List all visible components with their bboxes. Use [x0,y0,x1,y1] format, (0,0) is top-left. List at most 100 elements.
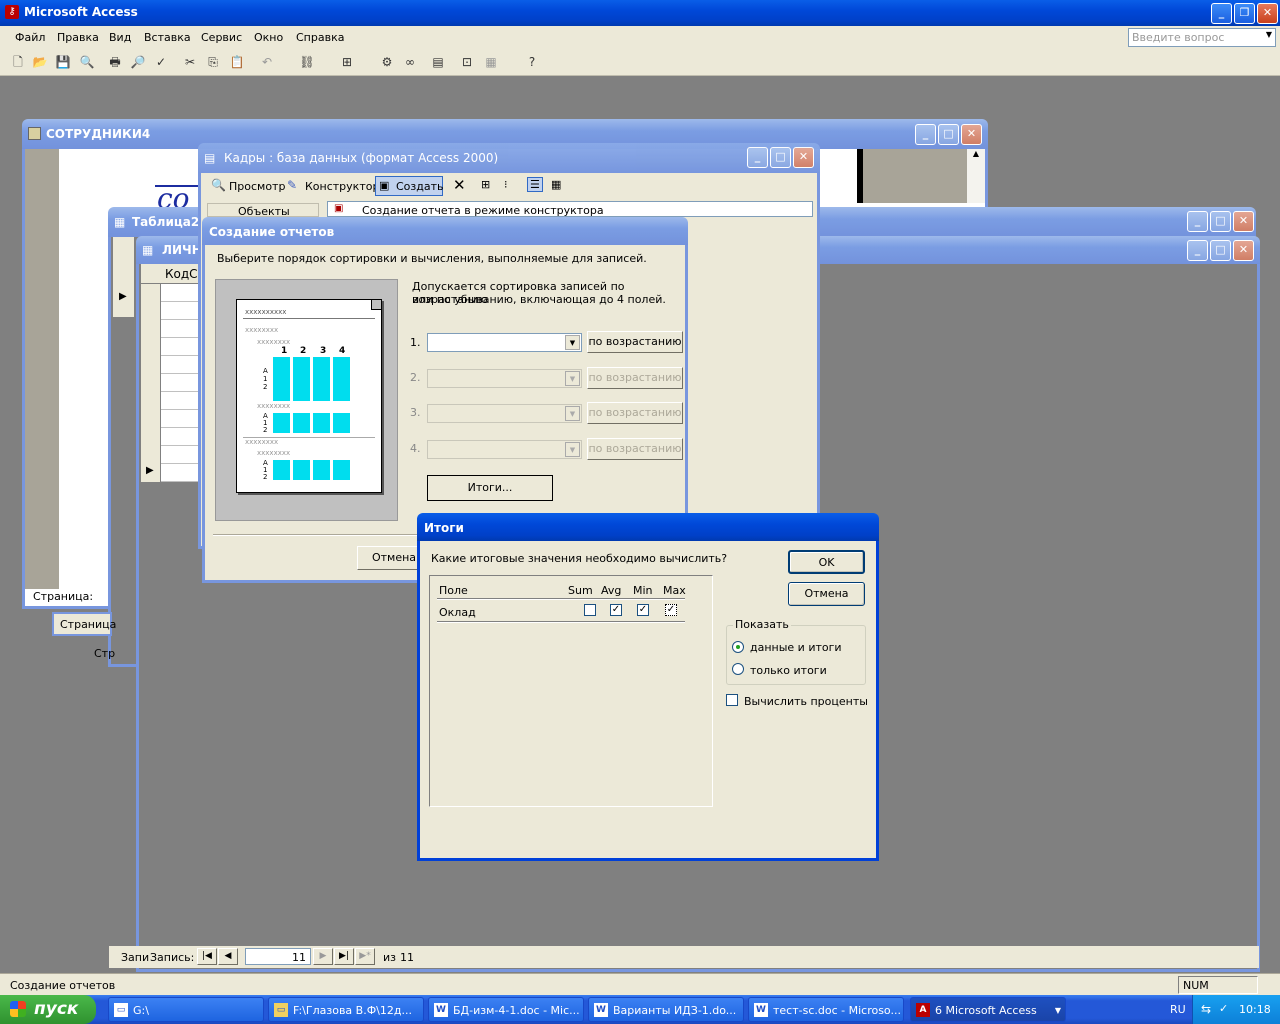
cut-icon[interactable]: ✂ [181,53,199,71]
sotrudniki-close-button[interactable]: ✕ [961,124,982,145]
menu-tools[interactable]: Сервис [201,31,242,44]
paste-icon[interactable]: 📋 [228,53,246,71]
save-icon[interactable]: 💾 [54,53,72,71]
list-icon[interactable]: ☰ [527,177,543,192]
datasheet-header: КодСо [141,264,205,284]
prev-record-button[interactable]: ◀ [218,948,238,965]
kadry-minimize-button[interactable]: _ [747,147,768,168]
sort-order-4-button[interactable]: по возрастанию [587,438,683,460]
new-object-icon[interactable]: ▦ [482,53,500,71]
radio-details-and-totals[interactable] [732,641,744,653]
tb-view-button[interactable]: Просмотр [229,180,285,193]
sum-checkbox[interactable] [584,604,596,616]
sort-num-3: 3. [410,406,421,419]
percent-checkbox[interactable] [726,694,738,706]
help-question-input[interactable]: Введите вопрос ▼ [1128,28,1276,47]
spelling-icon[interactable]: ✓ [152,53,170,71]
sort-field-1-select[interactable]: ▼ [427,333,582,352]
last-record-button[interactable]: ▶| [334,948,354,965]
analyze-icon[interactable]: ⊞ [338,53,356,71]
vertical-scrollbar[interactable]: ▲ [967,149,985,203]
volume-icon[interactable]: ✓ [1219,1002,1228,1015]
scroll-up-icon: ▲ [972,149,980,158]
totals-button[interactable]: Итоги... [427,475,553,501]
help-icon[interactable]: ? [523,53,541,71]
taskbar-item-word-2[interactable]: W Варианты ИДЗ-1.do... [588,997,744,1022]
copy-icon[interactable]: ⎘ [204,53,222,71]
lichn-maximize-button[interactable]: □ [1210,240,1231,261]
sort-field-3-select[interactable]: ▼ [427,404,582,423]
taskbar-item-access[interactable]: A 6 Microsoft Access ▼ [910,997,1066,1022]
objects-list-item[interactable]: Создание отчета в режиме конструктора [362,204,604,217]
kadry-maximize-button[interactable]: □ [770,147,791,168]
search-file-icon[interactable]: 🔍 [78,53,96,71]
first-record-button[interactable]: |◀ [197,948,217,965]
new-record-button[interactable]: ▶* [355,948,375,965]
start-button[interactable]: пуск [0,995,96,1024]
radio-details-label[interactable]: данные и итоги [750,641,842,654]
record-number: 11 [292,951,306,964]
max-checkbox[interactable]: ✓ [665,604,677,616]
app-title-bar[interactable]: ⚷ Microsoft Access _ ❐ ✕ [0,0,1280,26]
details-icon[interactable]: ▦ [551,178,561,191]
percent-label[interactable]: Вычислить проценты [744,695,868,708]
close-button[interactable]: ✕ [1257,3,1278,24]
sort-order-3-button[interactable]: по возрастанию [587,402,683,424]
taskbar-item-g-drive[interactable]: ▭ G:\ [108,997,264,1022]
menu-edit[interactable]: Правка [57,31,99,44]
menu-help[interactable]: Справка [296,31,344,44]
taskbar-item-word-1[interactable]: W БД-изм-4-1.doc - Mic... [428,997,584,1022]
sotrudniki-maximize-button[interactable]: □ [938,124,959,145]
tb-create-button[interactable]: ▣ Создать [375,176,444,196]
restore-button[interactable]: ❐ [1234,3,1255,24]
code-icon[interactable]: ⚙ [378,53,396,71]
tablica2-close-button[interactable]: ✕ [1233,211,1254,232]
taskbar-item-word-3[interactable]: Wтест-sc.doc - Microso... [748,997,904,1022]
kadry-window-title[interactable]: ▤ Кадры : база данных (формат Access 200… [198,143,820,173]
menu-insert[interactable]: Вставка [144,31,191,44]
delete-icon[interactable]: ✕ [453,176,466,194]
network-icon[interactable]: ⇆ [1201,1002,1211,1016]
objects-bar-header[interactable]: Объекты [207,203,319,218]
new-icon[interactable]: 🗋 [9,53,27,71]
undo-icon[interactable]: ↶ [258,53,276,71]
menu-view[interactable]: Вид [109,31,131,44]
ok-button[interactable]: OK [788,550,865,574]
minimize-button[interactable]: _ [1211,3,1232,24]
tablica2-maximize-button[interactable]: □ [1210,211,1231,232]
sort-order-2-button[interactable]: по возрастанию [587,367,683,389]
lichn-minimize-button[interactable]: _ [1187,240,1208,261]
menu-window[interactable]: Окно [254,31,283,44]
taskbar-item-folder[interactable]: ▭ F:\Глазова В.Ф\12д... [268,997,424,1022]
properties-icon[interactable]: ▤ [429,53,447,71]
tb-design-button[interactable]: Конструктор [305,180,379,193]
kadry-close-button[interactable]: ✕ [793,147,814,168]
preview-x-sub: xxxxxxxx [257,338,291,346]
script-icon[interactable]: ∞ [401,53,419,71]
print-icon[interactable]: 🖶 [106,53,124,71]
next-record-button[interactable]: ▶ [313,948,333,965]
report-wizard-title-bar[interactable]: Создание отчетов [202,217,688,245]
sotrudniki-minimize-button[interactable]: _ [915,124,936,145]
open-icon[interactable]: 📂 [31,53,49,71]
sort-field-2-select[interactable]: ▼ [427,369,582,388]
tablica2-minimize-button[interactable]: _ [1187,211,1208,232]
radio-summary-only[interactable] [732,663,744,675]
relationships-icon[interactable]: ⊡ [458,53,476,71]
sort-field-4-select[interactable]: ▼ [427,440,582,459]
lichn-close-button[interactable]: ✕ [1233,240,1254,261]
avg-checkbox[interactable]: ✓ [610,604,622,616]
radio-summary-label[interactable]: только итоги [750,664,827,677]
small-icons-icon[interactable]: ⁝ [504,178,508,191]
totals-dialog-title-bar[interactable]: Итоги [417,513,879,541]
record-number-input[interactable]: 11 [245,948,311,965]
large-icons-icon[interactable]: ⊞ [481,178,490,191]
min-checkbox[interactable]: ✓ [637,604,649,616]
totals-cancel-button[interactable]: Отмена [788,582,865,606]
links-icon[interactable]: ⛓ [298,53,316,71]
sort-order-1-button[interactable]: по возрастанию [587,331,683,353]
language-indicator[interactable]: RU [1170,1003,1186,1016]
help-question-placeholder: Введите вопрос [1132,31,1225,44]
preview-icon[interactable]: 🔎 [129,53,147,71]
menu-file[interactable]: Файл [15,31,45,44]
